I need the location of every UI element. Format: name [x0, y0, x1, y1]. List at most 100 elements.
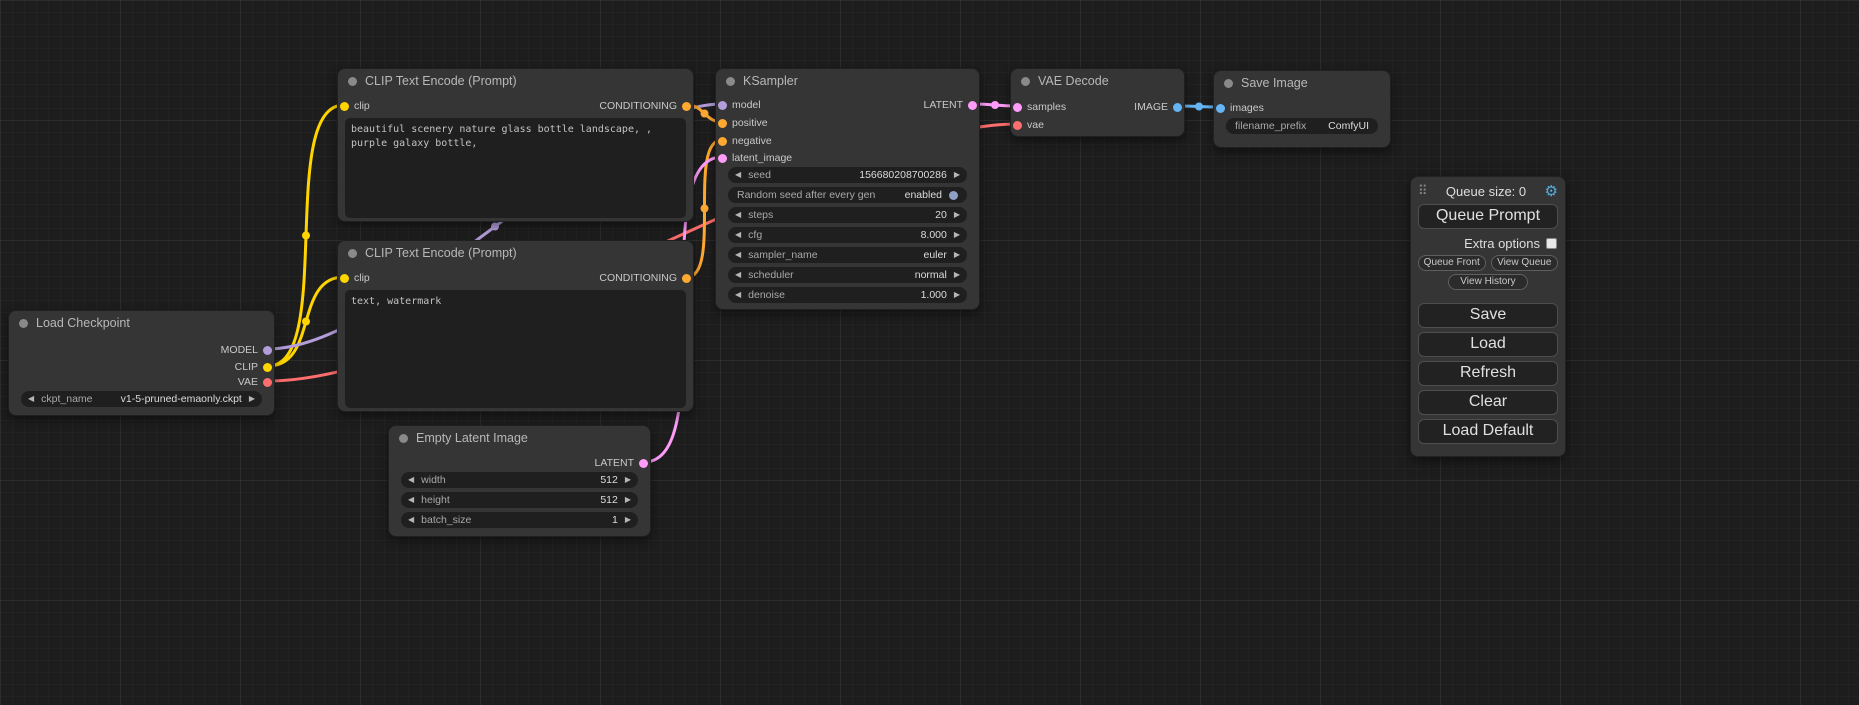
denoise-widget[interactable]: ◀ denoise 1.000 ▶	[728, 287, 967, 303]
decrement-arrow-icon[interactable]: ◀	[728, 287, 748, 303]
increment-arrow-icon[interactable]: ▶	[242, 391, 262, 407]
slot-dot-clip-icon[interactable]	[340, 274, 349, 283]
input-slot-model[interactable]: model	[718, 98, 761, 112]
increment-arrow-icon[interactable]: ▶	[947, 287, 967, 303]
node-header[interactable]: CLIP Text Encode (Prompt)	[338, 241, 693, 265]
collapse-dot-icon[interactable]	[1021, 77, 1030, 86]
random-seed-toggle-widget[interactable]: Random seed after every gen enabled	[728, 187, 967, 203]
increment-arrow-icon[interactable]: ▶	[618, 472, 638, 488]
ckpt-name-widget[interactable]: ◀ ckpt_name v1-5-pruned-emaonly.ckpt ▶	[21, 391, 262, 407]
sampler-name-widget[interactable]: ◀ sampler_name euler ▶	[728, 247, 967, 263]
width-widget[interactable]: ◀ width 512 ▶	[401, 472, 638, 488]
node-header[interactable]: VAE Decode	[1011, 69, 1184, 93]
node-header[interactable]: Load Checkpoint	[9, 311, 274, 335]
queue-front-button[interactable]: Queue Front	[1418, 255, 1486, 271]
decrement-arrow-icon[interactable]: ◀	[401, 492, 421, 508]
slot-dot-clip-icon[interactable]	[340, 102, 349, 111]
load-button[interactable]: Load	[1418, 332, 1558, 357]
slot-dot-conditioning-icon[interactable]	[682, 274, 691, 283]
settings-gear-icon[interactable]: ⚙	[1545, 184, 1558, 199]
decrement-arrow-icon[interactable]: ◀	[728, 167, 748, 183]
slot-dot-model-icon[interactable]	[718, 101, 727, 110]
output-slot-latent[interactable]: LATENT	[924, 98, 977, 112]
node-vae-decode[interactable]: VAE Decode samples vae IMAGE	[1010, 68, 1185, 137]
slot-dot-latent-icon[interactable]	[639, 459, 648, 468]
collapse-dot-icon[interactable]	[399, 434, 408, 443]
decrement-arrow-icon[interactable]: ◀	[728, 267, 748, 283]
filename-prefix-widget[interactable]: filename_prefix ComfyUI	[1226, 118, 1378, 134]
output-slot-model[interactable]: MODEL	[221, 343, 272, 357]
input-slot-clip[interactable]: clip	[340, 99, 370, 113]
node-empty-latent-image[interactable]: Empty Latent Image LATENT ◀ width 512 ▶ …	[388, 425, 651, 537]
node-header[interactable]: Empty Latent Image	[389, 426, 650, 450]
slot-dot-conditioning-icon[interactable]	[718, 137, 727, 146]
input-slot-negative[interactable]: negative	[718, 134, 772, 148]
collapse-dot-icon[interactable]	[19, 319, 28, 328]
node-header[interactable]: CLIP Text Encode (Prompt)	[338, 69, 693, 93]
node-header[interactable]: Save Image	[1214, 71, 1390, 95]
slot-dot-latent-icon[interactable]	[718, 154, 727, 163]
node-canvas[interactable]: Load Checkpoint MODEL CLIP VAE ◀ ckpt_na…	[0, 0, 1859, 705]
output-slot-latent[interactable]: LATENT	[595, 456, 648, 470]
slot-dot-conditioning-icon[interactable]	[682, 102, 691, 111]
increment-arrow-icon[interactable]: ▶	[947, 167, 967, 183]
steps-widget[interactable]: ◀ steps 20 ▶	[728, 207, 967, 223]
node-ksampler[interactable]: KSampler model positive negative latent_…	[715, 68, 980, 310]
increment-arrow-icon[interactable]: ▶	[947, 227, 967, 243]
input-slot-images[interactable]: images	[1216, 101, 1264, 115]
node-load-checkpoint[interactable]: Load Checkpoint MODEL CLIP VAE ◀ ckpt_na…	[8, 310, 275, 416]
node-clip-text-encode-negative[interactable]: CLIP Text Encode (Prompt) clip CONDITION…	[337, 240, 694, 412]
node-save-image[interactable]: Save Image images filename_prefix ComfyU…	[1213, 70, 1391, 148]
output-slot-conditioning[interactable]: CONDITIONING	[599, 271, 691, 285]
toggle-dot-icon[interactable]	[949, 191, 958, 200]
output-slot-image[interactable]: IMAGE	[1134, 100, 1182, 114]
increment-arrow-icon[interactable]: ▶	[947, 247, 967, 263]
queue-prompt-button[interactable]: Queue Prompt	[1418, 204, 1558, 229]
node-header[interactable]: KSampler	[716, 69, 979, 93]
increment-arrow-icon[interactable]: ▶	[947, 267, 967, 283]
input-slot-samples[interactable]: samples	[1013, 100, 1066, 114]
collapse-dot-icon[interactable]	[726, 77, 735, 86]
save-button[interactable]: Save	[1418, 303, 1558, 328]
decrement-arrow-icon[interactable]: ◀	[401, 512, 421, 528]
slot-dot-image-icon[interactable]	[1173, 103, 1182, 112]
decrement-arrow-icon[interactable]: ◀	[728, 207, 748, 223]
decrement-arrow-icon[interactable]: ◀	[401, 472, 421, 488]
positive-prompt-textarea[interactable]: beautiful scenery nature glass bottle la…	[345, 118, 686, 218]
collapse-dot-icon[interactable]	[1224, 79, 1233, 88]
view-queue-button[interactable]: View Queue	[1491, 255, 1559, 271]
input-slot-latent-image[interactable]: latent_image	[718, 151, 792, 165]
node-clip-text-encode-positive[interactable]: CLIP Text Encode (Prompt) clip CONDITION…	[337, 68, 694, 222]
extra-options-checkbox[interactable]	[1546, 238, 1557, 249]
collapse-dot-icon[interactable]	[348, 249, 357, 258]
decrement-arrow-icon[interactable]: ◀	[728, 227, 748, 243]
output-slot-vae[interactable]: VAE	[238, 375, 272, 389]
clear-button[interactable]: Clear	[1418, 390, 1558, 415]
slot-dot-image-icon[interactable]	[1216, 104, 1225, 113]
input-slot-vae[interactable]: vae	[1013, 118, 1044, 132]
height-widget[interactable]: ◀ height 512 ▶	[401, 492, 638, 508]
slot-dot-clip-icon[interactable]	[263, 363, 272, 372]
increment-arrow-icon[interactable]: ▶	[618, 492, 638, 508]
slot-dot-conditioning-icon[interactable]	[718, 119, 727, 128]
increment-arrow-icon[interactable]: ▶	[947, 207, 967, 223]
increment-arrow-icon[interactable]: ▶	[618, 512, 638, 528]
slot-dot-vae-icon[interactable]	[263, 378, 272, 387]
refresh-button[interactable]: Refresh	[1418, 361, 1558, 386]
input-slot-clip[interactable]: clip	[340, 271, 370, 285]
load-default-button[interactable]: Load Default	[1418, 419, 1558, 444]
input-slot-positive[interactable]: positive	[718, 116, 768, 130]
slot-dot-model-icon[interactable]	[263, 346, 272, 355]
drag-handle-icon[interactable]: ⠿	[1418, 183, 1428, 199]
negative-prompt-textarea[interactable]: text, watermark	[345, 290, 686, 408]
slot-dot-latent-icon[interactable]	[1013, 103, 1022, 112]
slot-dot-vae-icon[interactable]	[1013, 121, 1022, 130]
cfg-widget[interactable]: ◀ cfg 8.000 ▶	[728, 227, 967, 243]
output-slot-clip[interactable]: CLIP	[235, 360, 272, 374]
scheduler-widget[interactable]: ◀ scheduler normal ▶	[728, 267, 967, 283]
output-slot-conditioning[interactable]: CONDITIONING	[599, 99, 691, 113]
collapse-dot-icon[interactable]	[348, 77, 357, 86]
decrement-arrow-icon[interactable]: ◀	[728, 247, 748, 263]
seed-widget[interactable]: ◀ seed 156680208700286 ▶	[728, 167, 967, 183]
view-history-button[interactable]: View History	[1448, 274, 1528, 290]
